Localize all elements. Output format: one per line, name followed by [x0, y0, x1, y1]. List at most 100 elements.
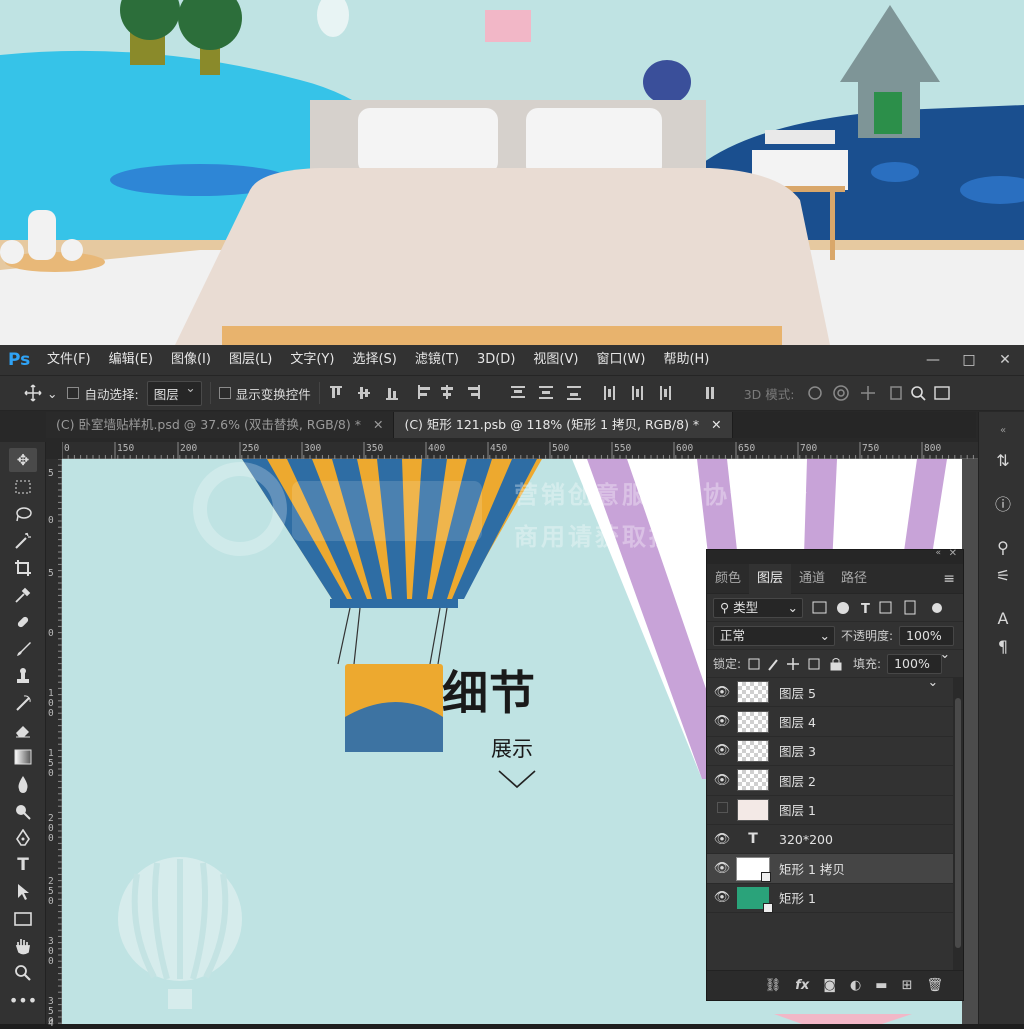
opacity-input[interactable]: 100% ⌄ — [899, 625, 955, 661]
more-tools-icon[interactable]: ••• — [9, 988, 37, 1012]
menu-help[interactable]: 帮助(H) — [654, 345, 718, 375]
scrollbar[interactable] — [953, 678, 963, 970]
eyedropper-tool-icon[interactable] — [9, 583, 37, 607]
fill-input[interactable]: 100% ⌄ — [887, 653, 943, 689]
clone-stamp-tool-icon[interactable] — [9, 664, 37, 688]
tab-paths[interactable]: 路径 — [833, 564, 875, 594]
ruler-label: 500 — [552, 443, 570, 454]
options-bar: ⌄ 自动选择: 图层 显示变换控件 3D 模式 — [0, 375, 1024, 411]
new-layer-icon[interactable]: ⊞ — [902, 978, 913, 993]
show-transform-checkbox[interactable] — [218, 387, 231, 399]
eye-icon[interactable]: 👁 — [707, 861, 737, 876]
eye-icon[interactable]: 👁 — [707, 685, 737, 700]
eraser-tool-icon[interactable] — [9, 718, 37, 742]
layer-row[interactable]: 图层 1 — [707, 796, 953, 825]
link-icon[interactable]: ⛓ — [765, 978, 782, 993]
layer-filter-icons[interactable]: T — [809, 600, 949, 616]
ruler-label: 750 — [862, 443, 880, 454]
layer-row[interactable]: 👁 T 320*200 — [707, 825, 953, 855]
photoshop-window: Ps 文件(F) 编辑(E) 图像(I) 图层(L) 文字(Y) 选择(S) 滤… — [0, 345, 1024, 1029]
panel-menu-icon[interactable]: ≡ — [943, 571, 955, 587]
scrollbar-thumb[interactable] — [955, 698, 961, 948]
3d-mode-icons[interactable] — [805, 383, 955, 403]
eye-icon[interactable]: 👁 — [707, 832, 737, 847]
menu-3d[interactable]: 3D(D) — [468, 345, 524, 375]
dodge-tool-icon[interactable] — [9, 799, 37, 823]
collapse-icon[interactable]: « — [992, 420, 1014, 442]
layer-row[interactable]: 👁 图层 2 — [707, 766, 953, 796]
auto-select-checkbox[interactable] — [67, 387, 80, 399]
info-icon[interactable]: ⓘ — [992, 494, 1014, 516]
lock-icons[interactable] — [747, 656, 847, 672]
adjustment-icon[interactable]: ◐ — [850, 978, 861, 993]
tab-channels[interactable]: 通道 — [791, 564, 833, 594]
layer-row[interactable]: 👁 图层 4 — [707, 707, 953, 737]
collapse-icon[interactable]: « — [935, 548, 941, 558]
menu-select[interactable]: 选择(S) — [343, 345, 405, 375]
hand-tool-icon[interactable] — [9, 934, 37, 958]
magic-wand-tool-icon[interactable] — [9, 529, 37, 553]
mask-icon[interactable]: ◙ — [823, 978, 836, 993]
layer-row[interactable]: 👁 图层 5 — [707, 678, 953, 708]
close-button[interactable]: ✕ — [998, 352, 1012, 368]
pen-tool-icon[interactable] — [9, 826, 37, 850]
character-panel-icon[interactable]: A — [992, 608, 1014, 630]
menu-image[interactable]: 图像(I) — [162, 345, 220, 375]
folder-icon[interactable]: ▬ — [875, 978, 887, 993]
ruler-label: 650 — [738, 443, 756, 454]
eye-icon[interactable]: 👁 — [707, 714, 737, 729]
menu-window[interactable]: 窗口(W) — [587, 345, 654, 375]
adjust-panel-icon[interactable]: ⚟ — [992, 565, 1014, 587]
move-tool-icon[interactable] — [24, 384, 42, 402]
move-tool-icon[interactable]: ✥ — [9, 448, 37, 472]
lasso-tool-icon[interactable] — [9, 502, 37, 526]
menu-view[interactable]: 视图(V) — [524, 345, 587, 375]
rectangle-tool-icon[interactable] — [9, 907, 37, 931]
search-icon: ⚲ — [720, 599, 730, 615]
eye-icon[interactable]: 👁 — [707, 890, 737, 905]
tab-bedroom-mockup[interactable]: (C) 卧室墙贴样机.psd @ 37.6% (双击替换, RGB/8) * ✕ — [46, 412, 395, 438]
blend-mode-dropdown[interactable]: 正常 ⌄ — [713, 625, 835, 646]
minimize-button[interactable]: — — [926, 352, 940, 368]
brushes-panel-icon[interactable]: ⚲ — [992, 537, 1014, 559]
tool-preset-chevron-icon[interactable]: ⌄ — [47, 386, 57, 401]
fx-icon[interactable]: fx — [795, 978, 809, 993]
close-icon[interactable]: ✕ — [373, 417, 383, 432]
auto-select-dropdown[interactable]: 图层 — [146, 380, 202, 406]
layer-row-selected[interactable]: 👁 矩形 1 拷贝 — [707, 854, 953, 884]
gradient-tool-icon[interactable] — [9, 745, 37, 769]
svg-text:T: T — [861, 602, 870, 616]
trash-icon[interactable]: 🗑 — [926, 978, 943, 993]
healing-brush-tool-icon[interactable] — [9, 610, 37, 634]
blur-tool-icon[interactable] — [9, 772, 37, 796]
menu-type[interactable]: 文字(Y) — [281, 345, 343, 375]
menu-file[interactable]: 文件(F) — [38, 345, 100, 375]
tab-rectangle-121[interactable]: (C) 矩形 121.psb @ 118% (矩形 1 拷贝, RGB/8) *… — [394, 412, 733, 438]
close-icon[interactable]: ✕ — [949, 548, 957, 559]
type-tool-icon[interactable]: T — [9, 853, 37, 877]
paragraph-panel-icon[interactable]: ¶ — [992, 636, 1014, 658]
layer-row[interactable]: 👁 矩形 1 — [707, 884, 953, 914]
tab-layers[interactable]: 图层 — [749, 563, 792, 594]
filter-kind-dropdown[interactable]: ⚲ 类型 ⌄ — [713, 597, 803, 618]
path-selection-tool-icon[interactable] — [9, 880, 37, 904]
maximize-button[interactable]: □ — [962, 352, 976, 368]
ruler-label: 0 — [48, 628, 54, 639]
history-brush-tool-icon[interactable] — [9, 691, 37, 715]
zoom-tool-icon[interactable] — [9, 961, 37, 985]
tab-color[interactable]: 颜色 — [707, 564, 749, 594]
menu-layer[interactable]: 图层(L) — [220, 345, 281, 375]
marquee-tool-icon[interactable] — [9, 475, 37, 499]
brush-tool-icon[interactable] — [9, 637, 37, 661]
layer-thumbnail — [737, 886, 773, 913]
crop-tool-icon[interactable] — [9, 556, 37, 580]
align-distribute-icons[interactable] — [328, 383, 738, 403]
close-icon[interactable]: ✕ — [711, 417, 721, 432]
history-panel-icon[interactable]: ⇅ — [992, 450, 1014, 472]
menu-filter[interactable]: 滤镜(T) — [406, 345, 468, 375]
menu-edit[interactable]: 编辑(E) — [100, 345, 162, 375]
eye-icon[interactable]: 👁 — [707, 773, 737, 788]
visibility-toggle[interactable] — [707, 802, 737, 817]
layer-row[interactable]: 👁 图层 3 — [707, 737, 953, 767]
eye-icon[interactable]: 👁 — [707, 743, 737, 758]
